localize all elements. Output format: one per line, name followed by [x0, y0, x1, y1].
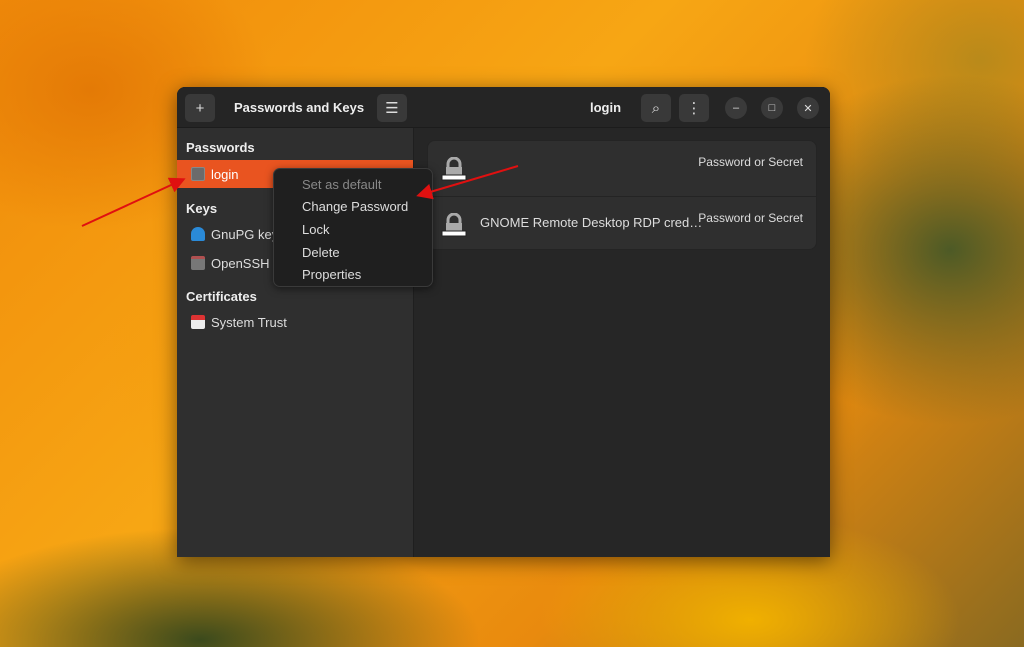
sidebar: + Passwords and Keys ☰ Passwords login K…	[177, 87, 414, 557]
more-options-button[interactable]: ⋮	[679, 94, 709, 122]
close-button[interactable]: ✕	[797, 97, 819, 119]
add-button[interactable]: +	[185, 94, 215, 122]
password-lock-icon	[441, 157, 467, 181]
section-certificates: Certificates	[186, 289, 257, 304]
list-item[interactable]: Password or Secret	[428, 141, 816, 196]
minimize-button[interactable]: –	[725, 97, 747, 119]
main-header: login ⌕ ⋮ – □ ✕	[414, 87, 830, 128]
sidebar-header: + Passwords and Keys ☰	[177, 87, 414, 128]
sidebar-item-label: System Trust	[211, 314, 287, 330]
maximize-icon: □	[768, 102, 776, 114]
app-title: Passwords and Keys	[234, 100, 365, 115]
item-name: GNOME Remote Desktop RDP cred…	[480, 215, 703, 230]
menu-item-delete[interactable]: Delete	[274, 241, 432, 264]
kebab-icon: ⋮	[686, 100, 702, 117]
item-type: Password or Secret	[698, 211, 803, 225]
context-menu: Set as default Change Password Lock Dele…	[273, 168, 433, 287]
maximize-button[interactable]: □	[761, 97, 783, 119]
search-icon: ⌕	[651, 99, 661, 117]
main-pane: login ⌕ ⋮ – □ ✕ Password or Secret GNOME…	[414, 87, 830, 557]
item-type: Password or Secret	[698, 155, 803, 169]
close-icon: ✕	[803, 102, 813, 115]
sidebar-item-label: login	[211, 166, 239, 182]
list-item[interactable]: GNOME Remote Desktop RDP cred… Password …	[428, 196, 816, 251]
keyring-title: login	[590, 100, 622, 115]
menu-item-set-default: Set as default	[302, 176, 382, 192]
menu-item-lock[interactable]: Lock	[274, 218, 432, 241]
passwords-and-keys-window: + Passwords and Keys ☰ Passwords login K…	[177, 87, 830, 557]
openssh-key-icon	[191, 256, 205, 270]
section-passwords: Passwords	[186, 140, 255, 155]
password-lock-icon	[441, 213, 467, 237]
plus-icon: +	[195, 99, 205, 117]
section-keys: Keys	[186, 201, 218, 216]
menu-item-properties[interactable]: Properties	[274, 263, 432, 286]
folder-icon	[191, 167, 205, 181]
minimize-icon: –	[732, 102, 740, 114]
secrets-list: Password or Secret GNOME Remote Desktop …	[427, 140, 817, 250]
hamburger-icon: ☰	[385, 100, 399, 117]
menu-item-change-password[interactable]: Change Password	[274, 196, 432, 219]
main-menu-button[interactable]: ☰	[377, 94, 407, 122]
sidebar-item-system-trust[interactable]: System Trust	[177, 308, 413, 336]
search-button[interactable]: ⌕	[641, 94, 671, 122]
arrow-to-login	[81, 177, 186, 227]
gnupg-key-icon	[191, 227, 205, 241]
certificate-icon	[191, 315, 205, 329]
